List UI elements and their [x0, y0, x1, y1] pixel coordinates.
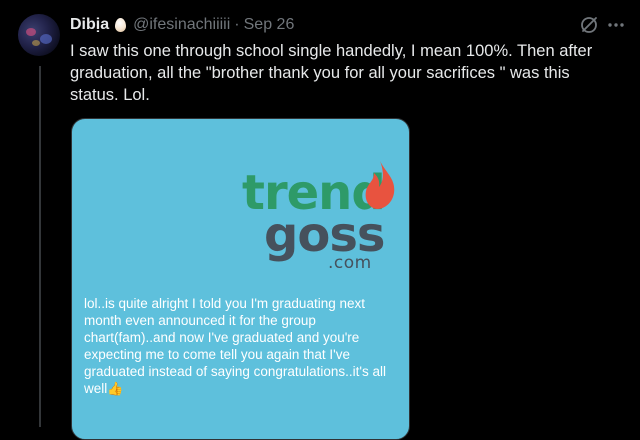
thumbs-up-icon: 👍: [107, 381, 124, 396]
tweet-header: Dibịa @ifesinachiiiii · Sep 26: [70, 14, 294, 36]
status-message: lol..is quite alright I told you I'm gra…: [84, 296, 387, 396]
logo-word-goss: goss: [264, 207, 385, 263]
more-icon[interactable]: [607, 16, 625, 34]
separator-dot: ·: [234, 16, 240, 33]
trendgoss-logo: trend goss .com: [242, 161, 402, 273]
tweet-media-image[interactable]: trend goss .com lol..is quite alright I …: [71, 118, 410, 440]
grok-icon[interactable]: [580, 16, 598, 34]
egg-icon: [115, 18, 127, 32]
tweet-text: I saw this one through school single han…: [70, 42, 593, 104]
flame-icon: [365, 161, 395, 209]
thread-line: [39, 66, 41, 427]
logo-word-com: .com: [328, 253, 372, 273]
display-name[interactable]: Dibịa: [70, 16, 109, 34]
tweet-date[interactable]: Sep 26: [244, 16, 295, 34]
avatar[interactable]: [18, 14, 60, 56]
user-handle[interactable]: @ifesinachiiiii: [133, 16, 230, 34]
status-text: lol..is quite alright I told you I'm gra…: [84, 295, 402, 397]
